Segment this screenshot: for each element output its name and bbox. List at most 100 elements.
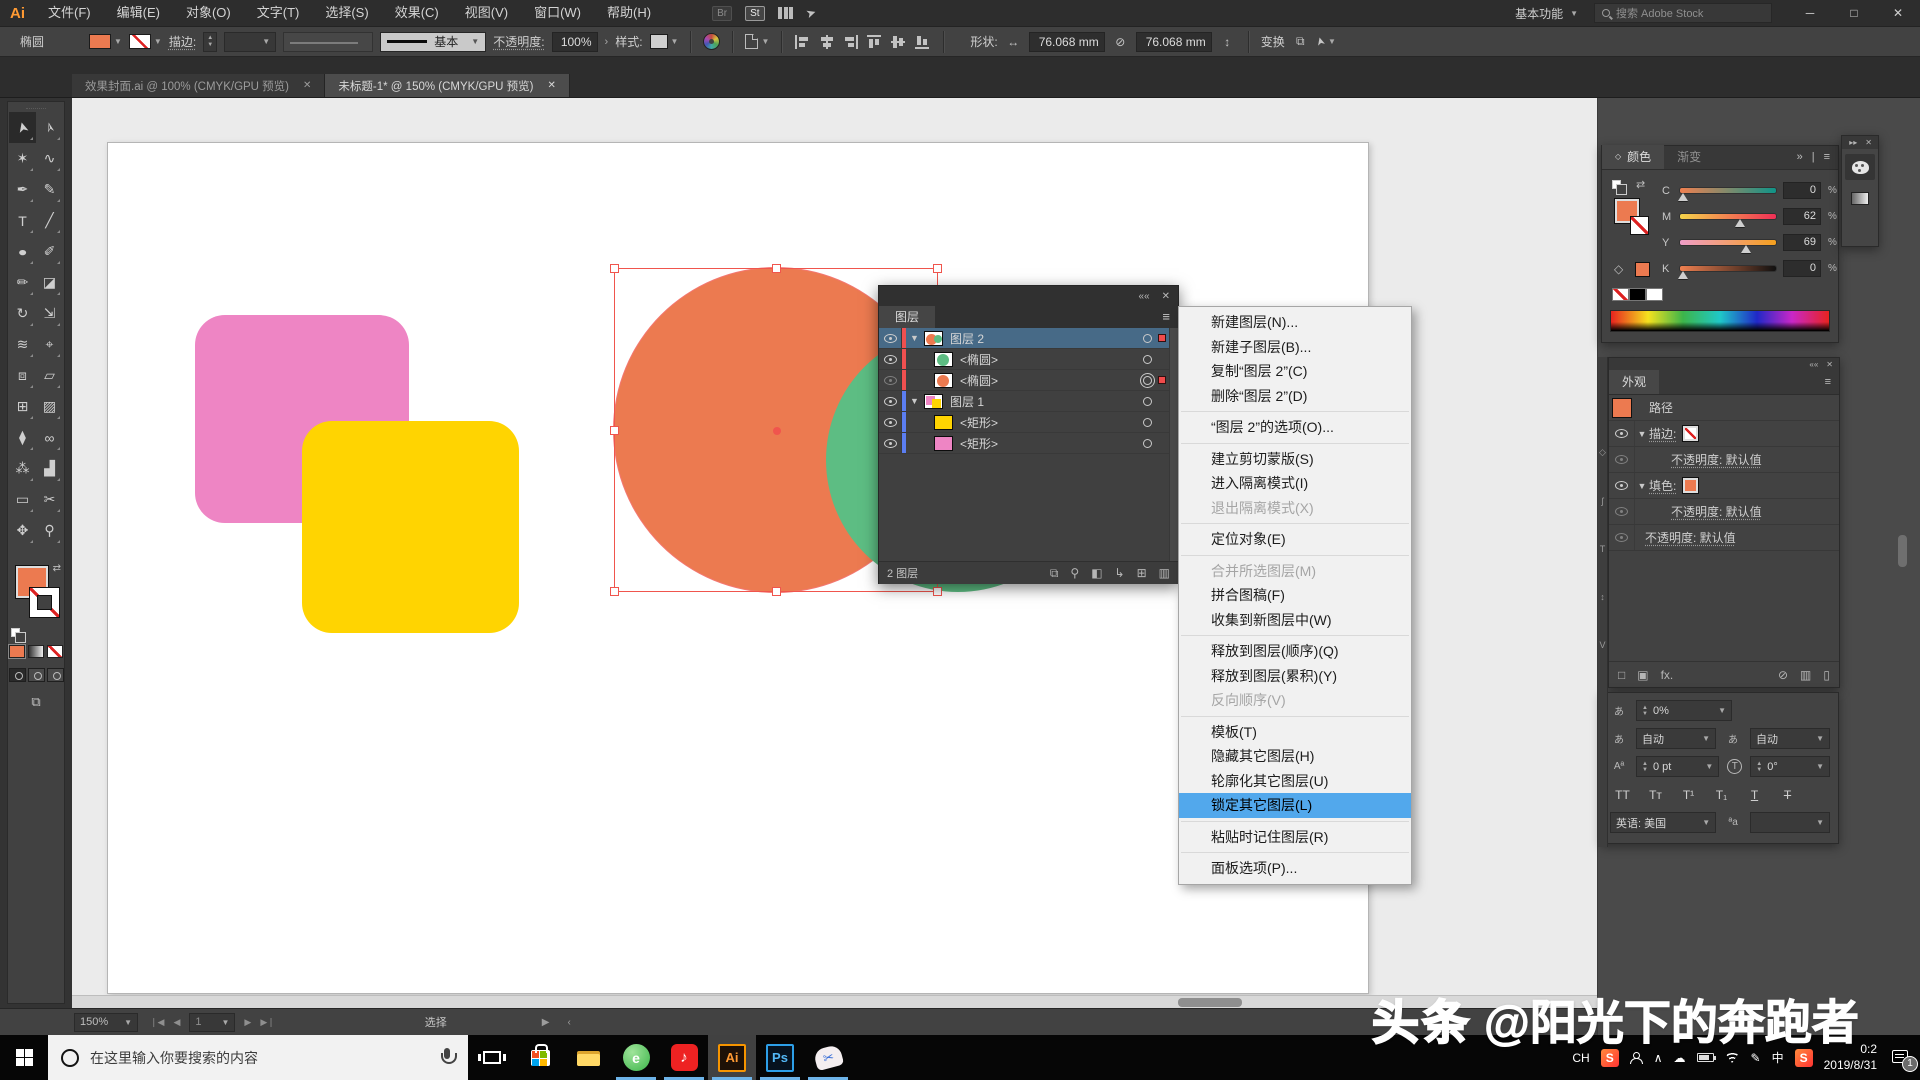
draw-behind-button[interactable] — [27, 668, 45, 682]
context-menu-item-28[interactable]: 面板选项(P)... — [1179, 856, 1411, 881]
align-left-icon[interactable] — [794, 34, 811, 50]
status-mode-label[interactable]: 选择 — [425, 1014, 447, 1030]
appearance-row-5[interactable]: 不透明度: 默认值 — [1609, 525, 1839, 551]
zoom-level-select[interactable]: 150% ▼ — [74, 1012, 138, 1032]
expand-chevron-icon[interactable]: ▼ — [1635, 481, 1649, 491]
slider-thumb[interactable] — [1734, 219, 1745, 227]
menu-item-8[interactable]: 帮助(H) — [594, 0, 664, 26]
delete-selection-icon[interactable]: ▥ — [1159, 566, 1170, 581]
layer-name[interactable]: <矩形> — [960, 435, 998, 452]
appearance-label[interactable]: 不透明度: 默认值 — [1671, 503, 1762, 520]
menu-item-5[interactable]: 效果(C) — [382, 0, 452, 26]
panel-stroke-swatch[interactable] — [1630, 216, 1649, 235]
all-caps-button[interactable]: TT — [1610, 788, 1635, 802]
appearance-label[interactable]: 不透明度: 默认值 — [1671, 451, 1762, 468]
layer-row-5[interactable]: <矩形> — [879, 433, 1178, 454]
tool-symbol-sprayer[interactable]: ⁂ — [9, 453, 36, 484]
collapse-icon[interactable]: «« — [1809, 360, 1818, 369]
stroke-color-picker[interactable]: ▼ — [128, 34, 162, 49]
slider-m[interactable]: M 62% — [1662, 208, 1837, 227]
selection-handle[interactable] — [610, 587, 619, 596]
taskbar-app-snip-tool[interactable]: ✂ — [804, 1035, 852, 1080]
appearance-row-0[interactable]: 路径 — [1609, 395, 1839, 421]
tool-selection[interactable]: ➤ — [9, 112, 36, 143]
tool-hand[interactable]: ✥ — [9, 515, 36, 546]
tool-rotate[interactable]: ↻ — [9, 298, 36, 329]
transform-label[interactable]: 变换 — [1261, 33, 1285, 50]
swap-colors-icon[interactable]: ⇄ — [1636, 178, 1645, 191]
selection-handle[interactable] — [610, 264, 619, 273]
align-middle-icon[interactable] — [890, 34, 907, 50]
small-caps-button[interactable]: Tт — [1643, 788, 1668, 802]
context-menu-item-8[interactable]: 进入隔离模式(I) — [1179, 471, 1411, 496]
selection-handle[interactable] — [933, 587, 942, 596]
context-menu-item-1[interactable]: 新建子图层(B)... — [1179, 335, 1411, 360]
arrange-documents-icon[interactable] — [777, 7, 793, 19]
menu-item-0[interactable]: 文件(F) — [35, 0, 104, 26]
tool-direct-selection[interactable]: ➢ — [36, 112, 63, 143]
status-back-icon[interactable]: ‹ — [567, 1017, 570, 1028]
tab-close-icon[interactable]: ✕ — [303, 80, 311, 91]
duplicate-item-icon[interactable]: ▥ — [1800, 668, 1811, 682]
close-button[interactable]: ✕ — [1876, 0, 1920, 26]
visibility-toggle[interactable] — [879, 349, 902, 369]
fill-swatch[interactable] — [1682, 477, 1700, 494]
selection-handle[interactable] — [610, 426, 619, 435]
appearance-row-1[interactable]: ▼ 描边: — [1609, 421, 1839, 447]
slider-thumb[interactable] — [1677, 271, 1688, 279]
baseline-shift-select[interactable]: ▲ ▼ 0 pt ▼ — [1636, 756, 1720, 777]
color-spectrum-bar[interactable] — [1610, 310, 1830, 332]
brush-definition-select[interactable]: 基本 ▼ — [380, 31, 487, 52]
people-icon[interactable] — [1629, 1051, 1643, 1064]
anti-alias-select[interactable]: ▼ — [1750, 812, 1830, 833]
layer-row-0[interactable]: ▼ 图层 2 — [879, 328, 1178, 349]
context-menu-item-5[interactable]: “图层 2”的选项(O)... — [1179, 415, 1411, 440]
tool-line-segment[interactable]: ╱ — [36, 205, 63, 236]
aki-right-select[interactable]: 自动 ▼ — [1750, 728, 1830, 749]
tool-shape-builder[interactable]: ⧈ — [9, 360, 36, 391]
visibility-toggle[interactable] — [879, 370, 902, 390]
add-new-fill-icon[interactable]: ▣ — [1637, 668, 1648, 682]
stroke-weight-select[interactable]: ▼ — [224, 31, 277, 52]
tool-width-tool[interactable]: ≋ — [9, 329, 36, 360]
char-rotation-select[interactable]: ▲ ▼ 0° ▼ — [1750, 756, 1830, 777]
panel-menu-icon[interactable]: ≡ — [1824, 151, 1830, 163]
panel-menu-icon[interactable]: ≡ — [1825, 376, 1831, 388]
menu-item-2[interactable]: 对象(O) — [173, 0, 244, 26]
delete-item-icon[interactable]: ▯ — [1823, 668, 1830, 682]
target-circle[interactable] — [1143, 438, 1152, 448]
expand-panels-icon[interactable]: ▸▸ — [1849, 138, 1857, 147]
expand-chevron-icon[interactable]: ▼ — [910, 333, 920, 343]
shape-height-field[interactable]: 76.068 mm — [1135, 31, 1212, 52]
document-setup-button[interactable]: ▼ — [745, 34, 769, 49]
color-mode-button[interactable] — [8, 644, 26, 659]
align-top-icon[interactable] — [866, 34, 883, 50]
slider-track[interactable] — [1677, 266, 1776, 279]
tool-scale[interactable]: ⇲ — [36, 298, 63, 329]
tool-type[interactable]: T — [9, 205, 36, 236]
shape-width-field[interactable]: 76.068 mm — [1028, 31, 1105, 52]
last-page-button[interactable]: ▶❘ — [260, 1017, 274, 1028]
align-bottom-icon[interactable] — [914, 34, 931, 50]
channel-value[interactable]: 0 — [1783, 260, 1821, 277]
menu-item-7[interactable]: 窗口(W) — [521, 0, 594, 26]
tool-eraser[interactable]: ◪ — [36, 267, 63, 298]
layer-name[interactable]: 图层 1 — [950, 393, 984, 410]
color-panel-dock-icon[interactable] — [1845, 154, 1875, 180]
tool-paintbrush[interactable]: ✐ — [36, 236, 63, 267]
page-select[interactable]: 1 ▼ — [189, 1012, 236, 1032]
opacity-submenu-arrow[interactable]: › — [605, 36, 609, 48]
superscript-button[interactable]: T¹ — [1676, 788, 1701, 802]
wifi-icon[interactable] — [1724, 1052, 1740, 1063]
tool-zoom[interactable]: ⚲ — [36, 515, 63, 546]
new-sublayer-icon[interactable]: ↳ — [1115, 566, 1125, 581]
appearance-row-2[interactable]: 不透明度: 默认值 — [1609, 447, 1839, 473]
default-swatches-icon[interactable] — [1612, 180, 1627, 195]
close-icon[interactable]: ✕ — [1865, 138, 1872, 147]
tool-lasso[interactable]: ∿ — [36, 143, 63, 174]
draw-inside-button[interactable] — [46, 668, 64, 682]
appearance-label[interactable]: 描边: — [1649, 425, 1676, 442]
expand-chevron-icon[interactable]: ▼ — [910, 396, 920, 406]
tool-perspective-grid[interactable]: ▱ — [36, 360, 63, 391]
context-menu-item-2[interactable]: 复制“图层 2”(C) — [1179, 359, 1411, 384]
